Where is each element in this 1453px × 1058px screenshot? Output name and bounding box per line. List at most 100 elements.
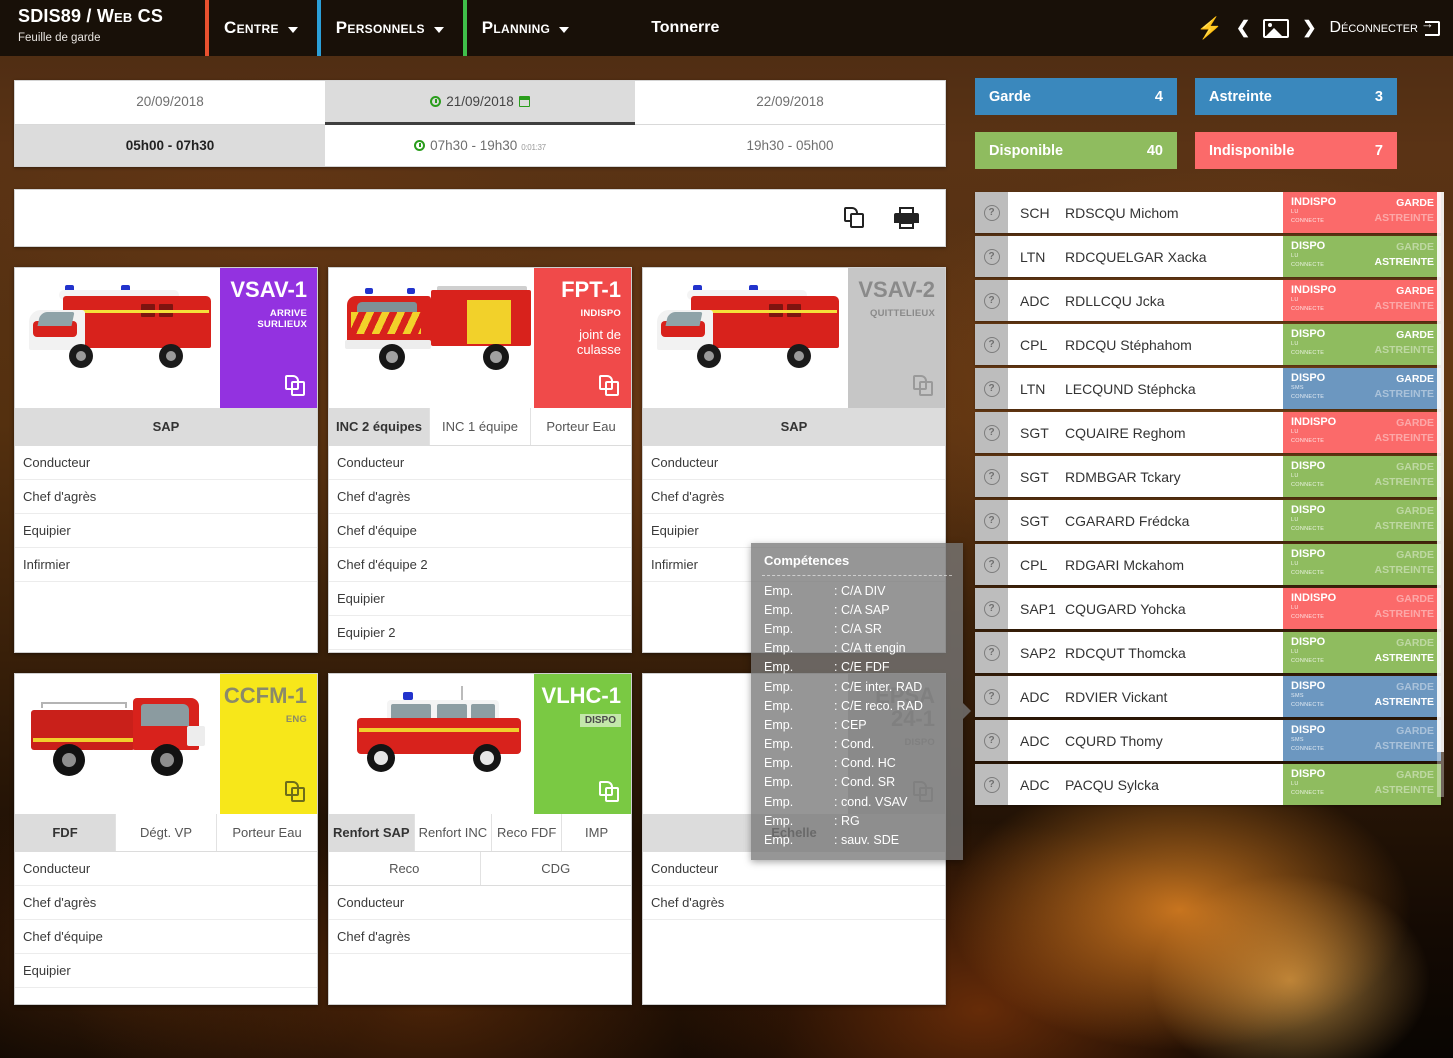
personnel-status-badge[interactable]: DISPO SMS CONNECTE GARDE ASTREINTE xyxy=(1283,676,1441,717)
role-slot[interactable]: Conducteur xyxy=(329,446,631,480)
stat-indisponible[interactable]: Indisponible 7 xyxy=(1195,132,1397,169)
vehicle-subtab[interactable]: Reco xyxy=(329,852,481,885)
personnel-status-badge[interactable]: DISPO SMS CONNECTE GARDE ASTREINTE xyxy=(1283,368,1441,409)
personnel-status-badge[interactable]: DISPO LU CONNECTE GARDE ASTREINTE xyxy=(1283,236,1441,277)
slot-tab-2[interactable]: 19h30 - 05h00 xyxy=(635,125,945,166)
copy-icon[interactable] xyxy=(285,781,307,804)
role-slot[interactable]: Chef d'équipe 2 xyxy=(329,548,631,582)
nav-item-planning[interactable]: Planning xyxy=(462,0,588,56)
role-slot[interactable]: Chef d'agrès xyxy=(15,886,317,920)
logout-button[interactable]: Déconnecter xyxy=(1329,17,1440,37)
personnel-status-badge[interactable]: INDISPO LU CONNECTE GARDE ASTREINTE xyxy=(1283,280,1441,321)
personnel-row[interactable]: ? SCH RDSCQU Michom INDISPO LU CONNECTE GARDE A… xyxy=(975,192,1441,233)
competence-value: : sauv. SDE xyxy=(834,833,900,848)
stat-garde[interactable]: Garde 4 xyxy=(975,78,1177,115)
scrollbar-thumb[interactable] xyxy=(1437,192,1444,752)
personnel-status-badge[interactable]: INDISPO LU CONNECTE GARDE ASTREINTE xyxy=(1283,412,1441,453)
vehicle-tab[interactable]: Renfort INC xyxy=(415,814,493,851)
slot-tab-0[interactable]: 05h00 - 07h30 xyxy=(15,125,325,166)
vehicle-tab[interactable]: FDF xyxy=(15,814,116,851)
role-slot[interactable]: Chef d'équipe xyxy=(329,514,631,548)
vehicle-tab[interactable]: Reco FDF xyxy=(492,814,563,851)
personnel-row[interactable]: ? CPL RDCQU Stéphahom DISPO LU CONNECTE GARDE A… xyxy=(975,324,1441,365)
day-tab-0[interactable]: 20/09/2018 xyxy=(15,81,325,125)
chevron-left-icon[interactable]: ❮ xyxy=(1236,18,1250,38)
copy-icon[interactable] xyxy=(599,375,621,398)
role-slot[interactable]: Conducteur xyxy=(15,852,317,886)
vehicle-card-vlhc-1[interactable]: VLHC-1 DISPO Renfort SAP Renfort INC Reco FD… xyxy=(328,673,632,1005)
vehicle-card-fpt-1[interactable]: FPT-1 INDISPO joint de culasse INC 2 équipe… xyxy=(328,267,632,653)
personnel-row[interactable]: ? ADC RDLLCQU Jcka INDISPO LU CONNECTE GARDE AS… xyxy=(975,280,1441,321)
personnel-rank: ADC xyxy=(1020,776,1050,793)
personnel-row[interactable]: ? SAP2 RDCQUT Thomcka DISPO LU CONNECTE GARDE A… xyxy=(975,632,1441,673)
availability-label: DISPO xyxy=(1291,504,1326,516)
vehicle-tab[interactable]: SAP xyxy=(15,408,317,445)
personnel-scrollbar[interactable] xyxy=(1437,192,1444,797)
personnel-status-badge[interactable]: DISPO LU CONNECTE GARDE ASTREINTE xyxy=(1283,632,1441,673)
nav-item-centre[interactable]: Centre xyxy=(205,0,317,56)
personnel-status-badge[interactable]: DISPO SMS CONNECTE GARDE ASTREINTE xyxy=(1283,720,1441,761)
personnel-row[interactable]: ? ADC RDVIER Vickant DISPO SMS CONNECTE GARDE A… xyxy=(975,676,1441,717)
personnel-row[interactable]: ? SGT RDMBGAR Tckary DISPO LU CONNECTE GARDE AS… xyxy=(975,456,1441,497)
lightning-icon[interactable]: ⚡ xyxy=(1197,18,1223,39)
chevron-right-icon[interactable]: ❯ xyxy=(1302,18,1316,38)
day-tab-1[interactable]: 21/09/2018 xyxy=(325,81,635,125)
stat-value: 3 xyxy=(1374,88,1383,105)
personnel-status-badge[interactable]: DISPO LU CONNECTE GARDE ASTREINTE xyxy=(1283,500,1441,541)
vehicle-tab[interactable]: Porteur Eau xyxy=(531,408,631,445)
personnel-row[interactable]: ? LTN RDCQUELGAR Xacka DISPO LU CONNECTE GARDE… xyxy=(975,236,1441,277)
image-icon[interactable] xyxy=(1263,18,1290,38)
personnel-status-badge[interactable]: INDISPO LU CONNECTE GARDE ASTREINTE xyxy=(1283,192,1441,233)
role-slot[interactable]: Chef d'agrès xyxy=(643,886,945,920)
status-right: GARDE ASTREINTE xyxy=(1374,196,1434,229)
vehicle-subtab[interactable]: CDG xyxy=(481,852,632,885)
status-left: INDISPO LU CONNECTE xyxy=(1291,284,1374,317)
vehicle-tab[interactable]: INC 2 équipes xyxy=(329,408,430,445)
vehicle-tab[interactable]: SAP xyxy=(643,408,945,445)
role-slot[interactable]: Conducteur xyxy=(15,446,317,480)
role-slot[interactable]: Infirmier xyxy=(15,548,317,582)
vehicle-tab[interactable]: Dégt. VP xyxy=(116,814,217,851)
vehicle-tab[interactable]: Renfort SAP xyxy=(329,814,415,851)
role-slot[interactable]: Equipier xyxy=(329,582,631,616)
role-slot[interactable]: Chef d'agrès xyxy=(15,480,317,514)
vehicle-card-ccfm-1[interactable]: CCFM-1 ENG FDF Dégt. VP Porteur Eau Conducteu… xyxy=(14,673,318,1005)
personnel-row[interactable]: ? SAP1 CQUGARD Yohcka INDISPO LU CONNECTE GARD… xyxy=(975,588,1441,629)
role-slot[interactable]: Chef d'agrès xyxy=(329,920,631,954)
vehicle-tab[interactable]: INC 1 équipe xyxy=(430,408,531,445)
copy-icon[interactable] xyxy=(599,781,621,804)
day-tab-2[interactable]: 22/09/2018 xyxy=(635,81,945,125)
copy-icon[interactable] xyxy=(844,206,866,230)
question-icon: ? xyxy=(983,776,1000,793)
print-icon[interactable] xyxy=(894,207,919,229)
vehicle-tab[interactable]: IMP xyxy=(562,814,631,851)
personnel-status-badge[interactable]: DISPO LU CONNECTE GARDE ASTREINTE xyxy=(1283,324,1441,365)
nav-item-personnels[interactable]: Personnels xyxy=(316,0,463,56)
role-slot[interactable]: Equipier 2 xyxy=(329,616,631,650)
copy-icon[interactable] xyxy=(913,375,935,398)
status-left: DISPO LU CONNECTE xyxy=(1291,636,1374,669)
role-slot[interactable]: Chef d'agrès xyxy=(329,480,631,514)
personnel-row[interactable]: ? CPL RDGARI Mckahom DISPO LU CONNECTE GARDE AS… xyxy=(975,544,1441,585)
role-slot[interactable]: Equipier xyxy=(15,954,317,988)
copy-icon[interactable] xyxy=(285,375,307,398)
role-slot[interactable]: Equipier xyxy=(15,514,317,548)
slot-tab-1[interactable]: 07h30 - 19h30 0:01:37 xyxy=(325,125,635,166)
stat-astreinte[interactable]: Astreinte 3 xyxy=(1195,78,1397,115)
stat-disponible[interactable]: Disponible 40 xyxy=(975,132,1177,169)
personnel-row[interactable]: ? LTN LECQUND Stéphcka DISPO SMS CONNECTE GARD… xyxy=(975,368,1441,409)
vehicle-card-vsav-1[interactable]: VSAV-1 ARRIVE SURLIEUX SAP Conducteur Chef d… xyxy=(14,267,318,653)
personnel-status-badge[interactable]: DISPO LU CONNECTE GARDE ASTREINTE xyxy=(1283,456,1441,497)
personnel-status-badge[interactable]: DISPO LU CONNECTE GARDE ASTREINTE xyxy=(1283,764,1441,805)
role-slot[interactable]: Conducteur xyxy=(329,886,631,920)
vehicle-tab[interactable]: Porteur Eau xyxy=(217,814,317,851)
personnel-row[interactable]: ? SGT CGARARD Frédcka DISPO LU CONNECTE GARDE A… xyxy=(975,500,1441,541)
role-slot[interactable]: Conducteur xyxy=(643,446,945,480)
personnel-row[interactable]: ? ADC CQURD Thomy DISPO SMS CONNECTE GARDE ASTR… xyxy=(975,720,1441,761)
personnel-status-badge[interactable]: DISPO LU CONNECTE GARDE ASTREINTE xyxy=(1283,544,1441,585)
role-slot[interactable]: Chef d'équipe xyxy=(15,920,317,954)
role-slot[interactable]: Chef d'agrès xyxy=(643,480,945,514)
personnel-status-badge[interactable]: INDISPO LU CONNECTE GARDE ASTREINTE xyxy=(1283,588,1441,629)
personnel-row[interactable]: ? SGT CQUAIRE Reghom INDISPO LU CONNECTE GARDE… xyxy=(975,412,1441,453)
personnel-row[interactable]: ? ADC PACQU Sylcka DISPO LU CONNECTE GARDE ASTR… xyxy=(975,764,1441,805)
